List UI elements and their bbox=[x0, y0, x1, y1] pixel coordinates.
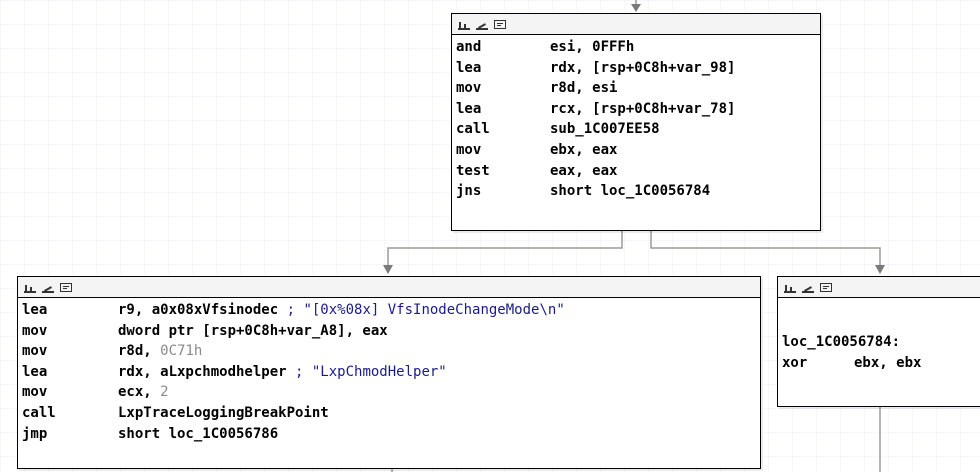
operand: r8d, esi bbox=[550, 80, 618, 97]
location-label: loc_1C0056784: bbox=[782, 334, 901, 350]
text-icon[interactable] bbox=[60, 282, 72, 292]
mnemonic: xor bbox=[782, 354, 808, 371]
code-block-right[interactable]: loc_1C0056784: xor ebx, ebx bbox=[777, 276, 980, 407]
comment: ; "LxpChmodHelper" bbox=[295, 363, 447, 380]
operand: LxpTraceLoggingBreakPoint bbox=[118, 404, 329, 421]
graph-icon[interactable] bbox=[458, 19, 470, 30]
operand: r9, a0x08xVfsinodec bbox=[118, 302, 279, 318]
mnemonic: lea bbox=[456, 100, 482, 117]
edge-top-to-left bbox=[387, 229, 623, 268]
operand: rdx, aLxpchmodhelper bbox=[118, 363, 287, 380]
graph-icon[interactable] bbox=[24, 282, 36, 293]
operand: esi, 0FFFh bbox=[550, 39, 635, 55]
mnemonic: mov bbox=[22, 343, 48, 360]
operand: dword ptr [rsp+0C8h+var_A8], eax bbox=[118, 322, 388, 339]
mnemonic: jmp bbox=[22, 425, 48, 442]
block-header bbox=[18, 277, 760, 298]
asm-line[interactable]: lea rcx, [rsp+0C8h+var_78] bbox=[456, 99, 820, 120]
asm-line[interactable]: mov r8d, esi bbox=[456, 78, 820, 99]
arrow-to-left bbox=[383, 265, 393, 274]
asm-line[interactable]: test eax, eax bbox=[456, 161, 820, 182]
arrow-in-top bbox=[631, 4, 641, 12]
asm-line[interactable]: and esi, 0FFFh bbox=[456, 37, 820, 58]
mnemonic: mov bbox=[22, 322, 48, 339]
mnemonic: lea bbox=[22, 363, 48, 380]
mnemonic: call bbox=[22, 404, 56, 421]
edge-top-to-right bbox=[650, 229, 881, 268]
mnemonic: lea bbox=[456, 59, 482, 76]
arrow-to-right bbox=[875, 265, 885, 274]
mnemonic: mov bbox=[456, 80, 482, 97]
immediate-value: 2 bbox=[160, 384, 169, 401]
mnemonic: call bbox=[456, 121, 490, 138]
operand: r8d, bbox=[118, 343, 161, 360]
asm-line[interactable]: lea r9, a0x08xVfsinodec ; "[0x%08x] VfsIn… bbox=[22, 300, 760, 321]
operand: rcx, [rsp+0C8h+var_78] bbox=[550, 100, 736, 117]
mnemonic: mov bbox=[22, 384, 48, 401]
operand: ebx, eax bbox=[550, 141, 618, 158]
asm-line[interactable]: mov ecx, 2 bbox=[22, 382, 760, 403]
asm-line[interactable]: mov dword ptr [rsp+0C8h+var_A8], eax bbox=[22, 321, 760, 342]
asm-line[interactable]: call LxpTraceLoggingBreakPoint bbox=[22, 403, 760, 424]
mnemonic: lea bbox=[22, 302, 48, 318]
immediate-value: 0C71h bbox=[160, 343, 203, 360]
asm-line[interactable]: jmp short loc_1C0056786 bbox=[22, 424, 760, 445]
block-header bbox=[452, 14, 820, 35]
operand: eax, eax bbox=[550, 162, 618, 179]
graph-icon[interactable] bbox=[784, 282, 796, 293]
code-block-left[interactable]: lea r9, a0x08xVfsinodec ; "[0x%08x] VfsIn… bbox=[17, 276, 761, 469]
color-icon[interactable] bbox=[42, 282, 54, 293]
operand: ebx, ebx bbox=[854, 354, 922, 371]
color-icon[interactable] bbox=[476, 19, 488, 30]
asm-line[interactable]: mov ebx, eax bbox=[456, 140, 820, 161]
operand: ecx, bbox=[118, 384, 161, 401]
block-header bbox=[778, 277, 980, 298]
text-icon[interactable] bbox=[494, 19, 506, 29]
operand: sub_1C007EE58 bbox=[550, 121, 660, 138]
mnemonic: mov bbox=[456, 141, 482, 158]
text-icon[interactable] bbox=[820, 282, 832, 292]
operand: short loc_1C0056784 bbox=[550, 183, 711, 200]
operand: short loc_1C0056786 bbox=[118, 425, 279, 442]
asm-label[interactable]: loc_1C0056784: bbox=[782, 332, 980, 353]
mnemonic: and bbox=[456, 39, 482, 55]
mnemonic: jns bbox=[456, 183, 482, 200]
comment: ; "[0x%08x] VfsInodeChangeMode\n" bbox=[286, 302, 565, 318]
asm-line[interactable]: xor ebx, ebx bbox=[782, 353, 980, 374]
asm-line[interactable]: mov r8d, 0C71h bbox=[22, 341, 760, 362]
asm-line[interactable]: lea rdx, aLxpchmodhelper ; "LxpChmodHelpe… bbox=[22, 362, 760, 383]
asm-line[interactable]: jns short loc_1C0056784 bbox=[456, 181, 820, 202]
asm-line[interactable]: lea rdx, [rsp+0C8h+var_98] bbox=[456, 58, 820, 79]
color-icon[interactable] bbox=[802, 282, 814, 293]
asm-line[interactable]: call sub_1C007EE58 bbox=[456, 119, 820, 140]
operand: rdx, [rsp+0C8h+var_98] bbox=[550, 59, 736, 76]
code-block-top[interactable]: and esi, 0FFFh lea rdx, [rsp+0C8h+var_98] … bbox=[451, 13, 821, 231]
mnemonic: test bbox=[456, 162, 490, 179]
graph-view[interactable]: and esi, 0FFFh lea rdx, [rsp+0C8h+var_98] … bbox=[0, 0, 980, 472]
